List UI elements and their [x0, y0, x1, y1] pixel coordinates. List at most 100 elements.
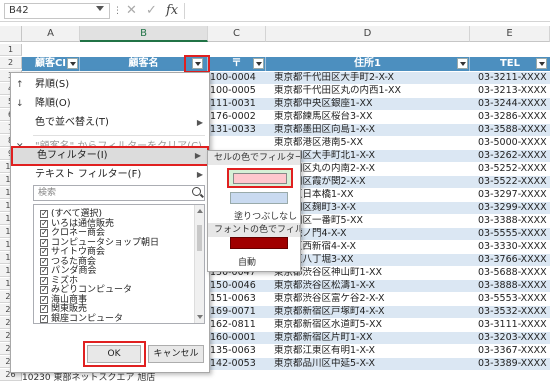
address-cell: 東京都江東区有明1-X-X: [274, 345, 375, 356]
scroll-down-icon[interactable]: [197, 315, 203, 319]
filter-button-zip[interactable]: [253, 58, 264, 69]
scroll-thumb[interactable]: [197, 225, 202, 251]
filter-value-list[interactable]: (すべて選択)いろは通信販売クロネー商会コンピュータショップ朝日サイトウ商会つる…: [33, 204, 205, 325]
menu-sort-ascending[interactable]: ↑ 昇順(S): [11, 75, 209, 95]
menu-item-label: 昇順(S): [35, 79, 70, 90]
row-header[interactable]: 2: [0, 57, 22, 69]
filter-button-code[interactable]: [67, 58, 78, 69]
menu-text-filter[interactable]: テキスト フィルター(F) ▶: [11, 165, 209, 185]
tel-cell: 03-3367-XXXX: [478, 345, 547, 356]
ok-button-highlight: [83, 341, 146, 367]
cancel-button[interactable]: キャンセル: [148, 345, 204, 363]
auto-option[interactable]: 自動: [238, 255, 256, 268]
submenu-arrow-icon: ▶: [196, 170, 203, 179]
tel-cell: 03-3297-XXXX: [478, 189, 547, 200]
tel-cell: 03-3299-XXXX: [478, 202, 547, 213]
search-icon: [192, 187, 201, 196]
table-row[interactable]: 160-0001 東京都新宿区片町1-XX 03-3203-XXXX: [208, 332, 550, 344]
table-row[interactable]: 100-0005 東京都千代田区丸の内西1-XX 03-3213-XXXX: [208, 85, 550, 97]
search-input[interactable]: 検索: [33, 185, 205, 201]
address-cell: 東京都中央区銀座1-XX: [274, 98, 373, 109]
dark-red-swatch-option[interactable]: [230, 237, 288, 249]
column-header-e[interactable]: E: [470, 26, 550, 42]
address-cell: 東京都渋谷区富ケ谷2-X-X: [274, 293, 385, 304]
header-address: 住所1: [266, 57, 470, 71]
chevron-down-icon[interactable]: [96, 6, 104, 11]
table-row[interactable]: 169-0071 東京都新宿区戸塚町4-X-X 03-3532-XXXX: [208, 306, 550, 318]
scroll-up-icon[interactable]: [197, 209, 203, 213]
tel-cell: 03-3211-XXXX: [478, 72, 547, 83]
zip-cell: 135-0063: [210, 345, 256, 356]
name-box[interactable]: B42: [4, 3, 110, 19]
table-row[interactable]: 162-0811 東京都新宿区水道町5-XX 03-3111-XXXX: [208, 319, 550, 331]
zip-cell: 162-0811: [210, 319, 256, 330]
insert-function-icon[interactable]: fx: [166, 3, 178, 18]
menu-color-filter[interactable]: 色フィルター(I) ▶: [11, 146, 209, 166]
table-row[interactable]: 150-0046 東京都渋谷区松濤1-X-X 03-3888-XXXX: [208, 280, 550, 292]
tel-cell: 03-3532-XXXX: [478, 306, 547, 317]
submenu-arrow-icon: ▶: [194, 151, 201, 160]
menu-item-label: 色で並べ替え(T): [35, 117, 109, 128]
zip-cell: 151-0063: [210, 293, 256, 304]
formula-input[interactable]: [184, 3, 546, 19]
zip-cell: 150-0046: [210, 280, 256, 291]
table-row[interactable]: 東京都港区港南5-XX 03-5000-XXXX: [208, 137, 550, 149]
sort-ascending-icon: ↑: [16, 80, 24, 90]
column-header-c[interactable]: C: [208, 26, 266, 42]
row-header[interactable]: 1: [0, 44, 22, 56]
filter-button-highlight: [184, 55, 210, 73]
menu-separator: [33, 135, 205, 136]
tel-cell: 03-5252-XXXX: [478, 163, 547, 174]
table-row[interactable]: 111-0031 東京都中央区銀座1-XX 03-3244-XXXX: [208, 98, 550, 110]
address-cell: 東京都品川区中延5-X-X: [274, 358, 375, 369]
address-cell: 東京都新宿区片町1-XX: [274, 332, 373, 343]
checkbox[interactable]: [40, 313, 48, 325]
tel-cell: 03-3286-XXXX: [478, 111, 547, 122]
zip-cell: 100-0004: [210, 72, 256, 83]
table-row[interactable]: 151-0063 東京都渋谷区富ケ谷2-X-X 03-5553-XXXX: [208, 293, 550, 305]
cancel-formula-icon[interactable]: ✕: [126, 3, 137, 18]
filter-dropdown: ↑ 昇順(S) ↓ 降順(O) 色で並べ替え(T) ▶ ✕ "顧客名" からフィ…: [10, 72, 210, 373]
blue-swatch-option[interactable]: [230, 192, 288, 204]
column-header-b[interactable]: B: [80, 26, 208, 42]
separator-dots: ⋮: [113, 6, 122, 16]
filter-list-label: 銀座コンピュータ: [51, 313, 124, 324]
search-placeholder: 検索: [38, 188, 57, 198]
pink-swatch: [233, 173, 287, 184]
submenu-arrow-icon: ▶: [196, 118, 203, 127]
menu-sort-descending[interactable]: ↓ 降順(O): [11, 94, 209, 114]
enter-formula-icon[interactable]: ✓: [146, 3, 157, 18]
tel-cell: 03-5522-XXXX: [478, 176, 547, 187]
tel-cell: 03-3888-XXXX: [478, 280, 547, 291]
column-header-a[interactable]: A: [22, 26, 80, 42]
menu-sort-by-color[interactable]: 色で並べ替え(T) ▶: [11, 113, 209, 133]
tel-cell: 03-3766-XXXX: [478, 254, 547, 265]
zip-cell: 169-0071: [210, 306, 256, 317]
tel-cell: 03-3588-XXXX: [478, 124, 547, 135]
address-cell: 東京都港区港南5-XX: [274, 137, 363, 148]
select-all-corner[interactable]: [0, 26, 22, 42]
filter-button-address[interactable]: [457, 58, 468, 69]
table-row[interactable]: 131-0033 東京都墨田区向島1-X-X 03-3588-XXXX: [208, 124, 550, 136]
no-fill-option[interactable]: 塗りつぶしなし: [234, 209, 297, 222]
font-color-header: フォントの色でフィルター: [208, 223, 300, 237]
list-scrollbar[interactable]: [194, 205, 204, 323]
table-row[interactable]: 176-0002 東京都練馬区桜台3-XX 03-3286-XXXX: [208, 111, 550, 123]
tel-cell: 03-3244-XXXX: [478, 98, 547, 109]
address-cell: 東京都新宿区水道町5-XX: [274, 319, 382, 330]
table-row[interactable]: 135-0063 東京都江東区有明1-X-X 03-3367-XXXX: [208, 345, 550, 357]
cell-color-header: セルの色でフィルター: [208, 151, 300, 165]
address-cell: 東京都新宿区戸塚町4-X-X: [274, 306, 385, 317]
zip-cell: 176-0002: [210, 111, 256, 122]
table-row[interactable]: 100-0004 東京都千代田区大手町2-X-X 03-3211-XXXX: [208, 72, 550, 84]
color-filter-submenu: セルの色でフィルター 塗りつぶしなし フォントの色でフィルター 自動: [207, 150, 301, 272]
pink-swatch-option[interactable]: [227, 168, 293, 188]
filter-button-tel[interactable]: [536, 58, 547, 69]
address-cell: 東京都千代田区大手町2-X-X: [274, 72, 394, 83]
zip-cell: 142-0053: [210, 358, 256, 369]
address-cell: 東京都墨田区向島1-X-X: [274, 124, 375, 135]
table-row[interactable]: 142-0053 東京都品川区中延5-X-X 03-3389-XXXX: [208, 358, 550, 370]
menu-item-label: 色フィルター(I): [37, 150, 108, 161]
tel-cell: 03-3213-XXXX: [478, 85, 547, 96]
column-header-d[interactable]: D: [266, 26, 470, 42]
